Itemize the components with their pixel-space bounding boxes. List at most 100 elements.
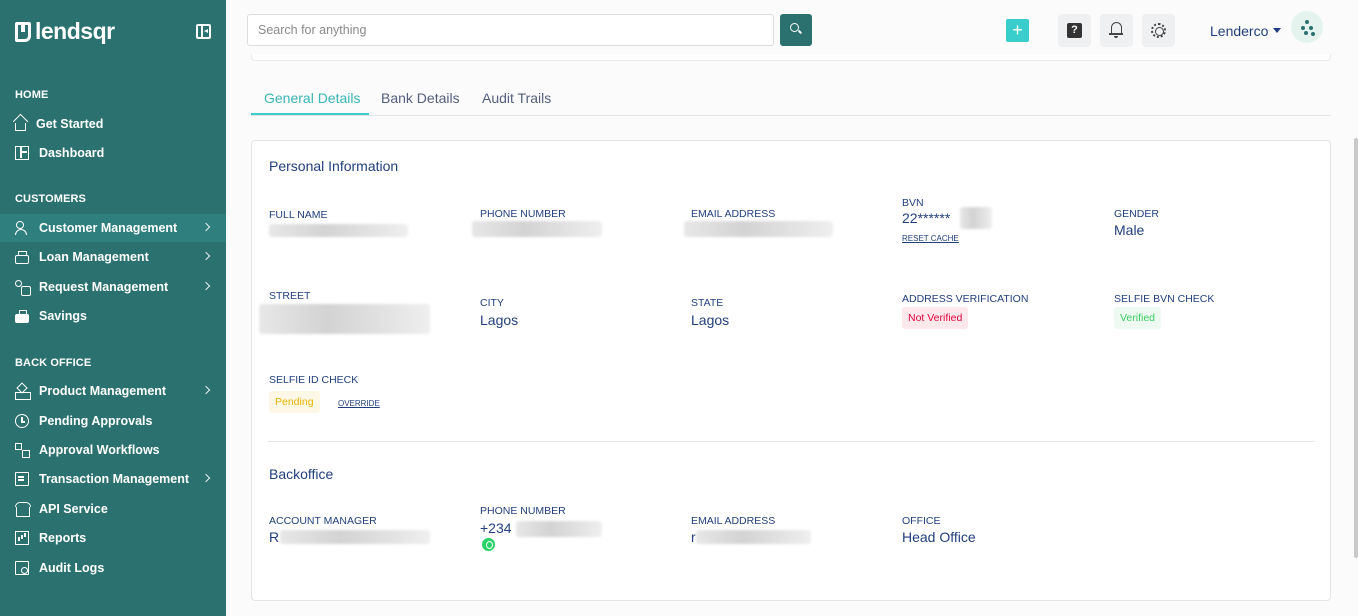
search-input[interactable] xyxy=(247,14,774,46)
sidebar-item-label: Get Started xyxy=(36,117,104,131)
override-link[interactable]: OVERRIDE xyxy=(338,399,380,408)
backoffice-phone-value: +234 xyxy=(480,520,512,536)
sidebar: lendsqr HOME Get Started Dashboard CUSTO… xyxy=(0,0,226,616)
bvn-label: BVN xyxy=(902,197,924,209)
gear-icon xyxy=(1151,23,1166,38)
sidebar-item-label: Reports xyxy=(39,531,87,545)
home-icon xyxy=(15,122,26,131)
general-details-card: Personal Information FULL NAME PHONE NUM… xyxy=(251,140,1331,601)
sidebar-item-label: Loan Management xyxy=(39,250,149,264)
avatar[interactable] xyxy=(1291,11,1323,43)
add-button[interactable]: + xyxy=(1006,19,1029,42)
chevron-right-icon xyxy=(201,222,211,232)
chevron-right-icon xyxy=(201,385,211,395)
workflow-icon xyxy=(15,443,30,458)
backoffice-phone-redacted xyxy=(516,521,602,537)
sidebar-item-label: Transaction Management xyxy=(39,472,190,486)
caret-down-icon[interactable] xyxy=(1273,28,1281,33)
sidebar-item-label: Audit Logs xyxy=(39,561,105,575)
brand-logo[interactable]: lendsqr xyxy=(15,18,115,45)
address-verification-label: ADDRESS VERIFICATION xyxy=(902,293,1029,305)
city-value: Lagos xyxy=(480,312,519,328)
selfie-id-label: SELFIE ID CHECK xyxy=(269,374,359,386)
sidebar-item-audit-logs[interactable]: Audit Logs xyxy=(0,554,226,582)
whatsapp-icon[interactable] xyxy=(482,538,495,551)
page-scrollbar[interactable] xyxy=(1354,138,1358,558)
selfie-bvn-badge: Verified xyxy=(1114,307,1162,329)
help-icon: ? xyxy=(1067,23,1082,38)
clock-icon xyxy=(15,414,29,428)
product-icon xyxy=(15,384,31,400)
chevron-right-icon xyxy=(201,251,211,261)
sidebar-item-get-started[interactable]: Get Started xyxy=(0,110,226,138)
settings-button[interactable] xyxy=(1142,14,1175,47)
reset-cache-link[interactable]: RESET CACHE xyxy=(902,234,959,243)
gender-label: GENDER xyxy=(1114,208,1159,220)
sidebar-item-customer-management[interactable]: Customer Management xyxy=(0,214,226,242)
office-label: OFFICE xyxy=(902,515,941,527)
backoffice-phone-label: PHONE NUMBER xyxy=(480,505,566,517)
street-label: STREET xyxy=(269,290,311,302)
bvn-redacted xyxy=(960,207,992,229)
sidebar-item-transaction-management[interactable]: Transaction Management xyxy=(0,465,226,493)
bell-icon xyxy=(1109,22,1123,38)
phone-redacted xyxy=(472,221,602,237)
bank-building-icon xyxy=(15,502,31,517)
city-label: CITY xyxy=(480,297,504,309)
loan-icon xyxy=(15,250,29,264)
sidebar-item-approval-workflows[interactable]: Approval Workflows xyxy=(0,436,226,464)
personal-information-title: Personal Information xyxy=(269,158,399,174)
section-title-back-office: BACK OFFICE xyxy=(15,357,92,369)
collapse-sidebar-icon[interactable] xyxy=(196,24,211,39)
section-title-customers: CUSTOMERS xyxy=(15,193,86,205)
sidebar-item-pending-approvals[interactable]: Pending Approvals xyxy=(0,407,226,435)
sidebar-item-product-management[interactable]: Product Management xyxy=(0,377,226,405)
sidebar-item-label: Product Management xyxy=(39,384,167,398)
sidebar-item-label: API Service xyxy=(39,502,108,516)
gender-value: Male xyxy=(1114,222,1145,238)
search-icon xyxy=(790,23,799,32)
full-name-label: FULL NAME xyxy=(269,209,328,221)
section-title-home: HOME xyxy=(15,89,49,101)
sidebar-item-reports[interactable]: Reports xyxy=(0,524,226,552)
dashboard-icon xyxy=(15,146,29,160)
chevron-right-icon xyxy=(201,473,211,483)
tab-bank-details[interactable]: Bank Details xyxy=(381,90,460,106)
sidebar-item-label: Request Management xyxy=(39,280,169,294)
phone-label: PHONE NUMBER xyxy=(480,208,566,220)
sidebar-item-label: Pending Approvals xyxy=(39,414,153,428)
chevron-right-icon xyxy=(201,281,211,291)
search-button[interactable] xyxy=(780,14,812,46)
sidebar-item-label: Savings xyxy=(39,309,87,323)
selfie-id-badge: Pending xyxy=(269,391,320,413)
sidebar-item-api-service[interactable]: API Service xyxy=(0,495,226,523)
email-redacted xyxy=(684,221,833,237)
help-button[interactable]: ? xyxy=(1058,14,1091,47)
full-name-redacted xyxy=(269,224,408,237)
account-manager-label: ACCOUNT MANAGER xyxy=(269,515,377,527)
request-icon xyxy=(15,280,31,296)
backoffice-title: Backoffice xyxy=(269,466,334,482)
sidebar-item-dashboard[interactable]: Dashboard xyxy=(0,139,226,167)
backoffice-email-redacted xyxy=(696,530,811,544)
brand-name: lendsqr xyxy=(35,18,115,44)
users-icon xyxy=(15,221,29,235)
section-divider xyxy=(268,441,1315,442)
notifications-button[interactable] xyxy=(1100,14,1133,47)
sidebar-item-request-management[interactable]: Request Management xyxy=(0,273,226,301)
sidebar-item-label: Approval Workflows xyxy=(39,443,160,457)
sidebar-item-label: Customer Management xyxy=(39,221,178,235)
state-value: Lagos xyxy=(691,312,730,328)
tab-audit-trails[interactable]: Audit Trails xyxy=(482,90,551,106)
account-manager-redacted xyxy=(280,530,430,544)
user-menu-name[interactable]: Lenderco xyxy=(1210,23,1268,39)
sidebar-item-loan-management[interactable]: Loan Management xyxy=(0,243,226,271)
sidebar-item-savings[interactable]: Savings xyxy=(0,302,226,330)
transaction-icon xyxy=(15,472,29,486)
office-value: Head Office xyxy=(902,529,976,545)
selfie-bvn-label: SELFIE BVN CHECK xyxy=(1114,293,1215,305)
street-redacted xyxy=(259,304,430,334)
reports-icon xyxy=(15,531,29,545)
state-label: STATE xyxy=(691,297,724,309)
tab-general-details[interactable]: General Details xyxy=(264,90,361,106)
